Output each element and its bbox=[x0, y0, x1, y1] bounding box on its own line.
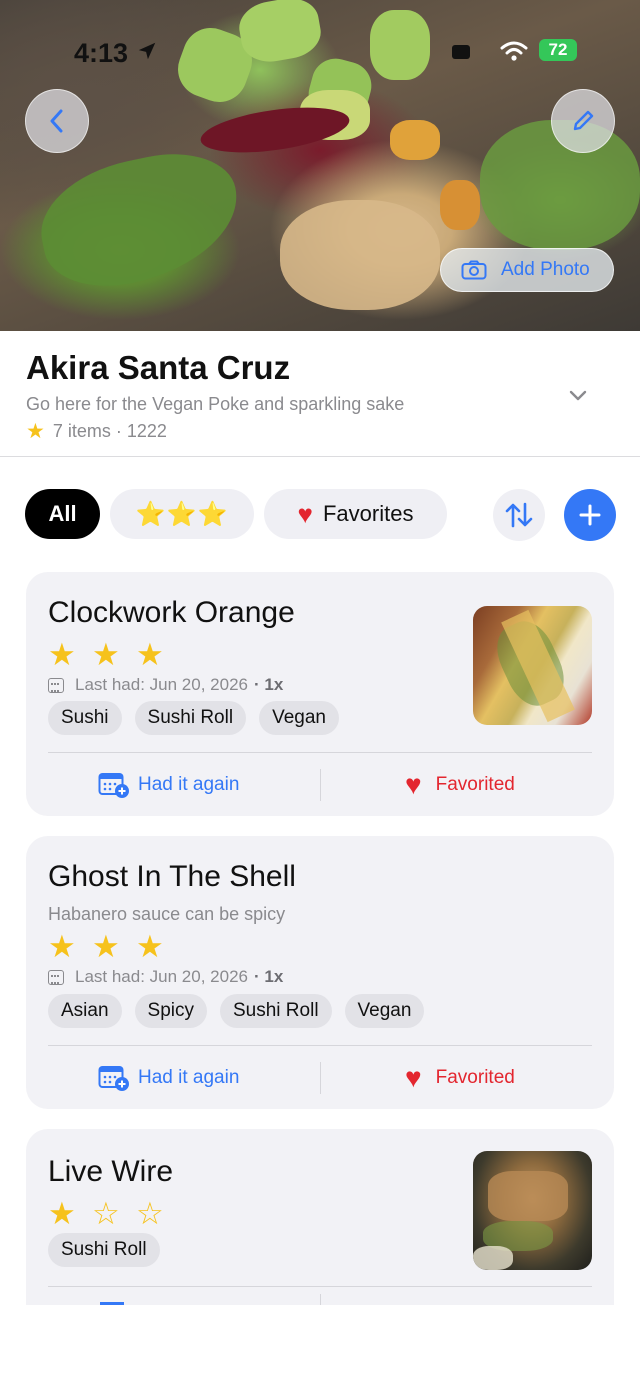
filter-all[interactable]: All bbox=[25, 489, 100, 539]
item-name: Clockwork Orange bbox=[48, 596, 295, 629]
item-actions: Had it again ♥ Favorited bbox=[26, 1046, 614, 1109]
star-icon: ★ bbox=[26, 420, 45, 443]
tag[interactable]: Asian bbox=[48, 994, 122, 1028]
had-count: · 1x bbox=[253, 675, 284, 694]
chevron-left-icon bbox=[50, 109, 63, 133]
star-filled-icon: ★ bbox=[136, 929, 164, 964]
place-subtitle: Go here for the Vegan Poke and sparkling… bbox=[26, 394, 405, 414]
plus-icon bbox=[579, 504, 601, 526]
battery-indicator: 72 bbox=[539, 39, 577, 61]
sort-button[interactable] bbox=[493, 489, 545, 541]
star-filled-icon: ★ bbox=[48, 929, 76, 964]
tag[interactable]: Sushi Roll bbox=[48, 1233, 160, 1267]
calendar-add-icon bbox=[98, 1066, 129, 1091]
item-name: Ghost In The Shell bbox=[48, 860, 296, 893]
favorited-button[interactable]: ♥ Favorited bbox=[405, 753, 515, 816]
item-note: Habanero sauce can be spicy bbox=[48, 904, 286, 924]
heart-filled-icon: ♥ bbox=[405, 1062, 422, 1093]
filter-bar: All ⭐⭐⭐ ♥ Favorites bbox=[0, 489, 640, 541]
location-arrow-icon bbox=[138, 42, 156, 60]
place-header: Akira Santa Cruz Go here for the Vegan P… bbox=[0, 331, 640, 457]
calendar-icon bbox=[48, 677, 64, 693]
favorited-label: Favorited bbox=[435, 774, 515, 795]
edit-button[interactable] bbox=[551, 89, 615, 153]
item-rating: ★ ★ ★ bbox=[48, 931, 180, 962]
add-photo-label: Add Photo bbox=[501, 259, 590, 280]
page-title: Akira Santa Cruz bbox=[26, 349, 291, 386]
item-rating: ★ ☆ ☆ bbox=[48, 1198, 180, 1229]
last-had-text: Last had: Jun 20, 2026 bbox=[75, 675, 248, 694]
tag[interactable]: Vegan bbox=[259, 701, 339, 735]
tag[interactable]: Spicy bbox=[134, 994, 207, 1028]
status-bar: 4:13 72 bbox=[0, 36, 640, 68]
star-filled-icon: ★ bbox=[92, 637, 120, 672]
star-outline-icon: ☆ bbox=[136, 1196, 164, 1231]
tag-list: Asian Spicy Sushi Roll Vegan bbox=[48, 994, 437, 1028]
had-again-label: Had it again bbox=[138, 1067, 240, 1088]
calendar-icon bbox=[48, 969, 64, 985]
favorited-button[interactable]: ♥ Favorited bbox=[405, 1046, 515, 1109]
action-separator bbox=[320, 769, 321, 801]
item-photo[interactable] bbox=[473, 606, 592, 725]
favorited-label: Favorited bbox=[435, 1067, 515, 1088]
chevron-down-icon[interactable] bbox=[566, 383, 590, 407]
item-photo[interactable] bbox=[473, 1151, 592, 1270]
had-again-button[interactable]: Had it again bbox=[98, 1046, 239, 1109]
had-again-icon-partial bbox=[100, 1302, 124, 1305]
add-photo-button[interactable]: Add Photo bbox=[440, 248, 614, 292]
action-separator bbox=[320, 1294, 321, 1305]
item-rating: ★ ★ ★ bbox=[48, 639, 180, 670]
place-meta: ★ 7 items · 1222 bbox=[26, 419, 167, 444]
star-filled-icon: ★ bbox=[92, 929, 120, 964]
item-card[interactable]: Ghost In The Shell Habanero sauce can be… bbox=[26, 836, 614, 1109]
sort-arrows-icon bbox=[505, 502, 533, 528]
tag[interactable]: Sushi bbox=[48, 701, 122, 735]
item-card[interactable]: Clockwork Orange ★ ★ ★ Last had: Jun 20,… bbox=[26, 572, 614, 816]
camera-in-use-icon bbox=[452, 45, 470, 59]
add-item-button[interactable] bbox=[564, 489, 616, 541]
place-meta-text: 7 items · 1222 bbox=[52, 421, 167, 441]
pencil-icon bbox=[573, 110, 594, 131]
last-had: Last had: Jun 20, 2026 · 1x bbox=[48, 967, 283, 987]
filter-favorites-label: Favorites bbox=[322, 501, 414, 526]
star-filled-icon: ★ bbox=[48, 1196, 76, 1231]
tag-list: Sushi Roll bbox=[48, 1233, 173, 1267]
item-card[interactable]: Live Wire ★ ☆ ☆ Sushi Roll bbox=[26, 1129, 614, 1305]
item-actions: Had it again ♥ Favorited bbox=[26, 753, 614, 816]
filter-three-stars[interactable]: ⭐⭐⭐ bbox=[110, 489, 254, 539]
heart-icon: ♥ bbox=[297, 498, 313, 529]
camera-icon bbox=[461, 260, 487, 280]
had-count: · 1x bbox=[253, 967, 284, 986]
had-again-button[interactable]: Had it again bbox=[98, 753, 239, 816]
wifi-icon bbox=[500, 41, 528, 61]
hero-photo: 4:13 72 Add Photo bbox=[0, 0, 640, 331]
action-separator bbox=[320, 1062, 321, 1094]
item-name: Live Wire bbox=[48, 1155, 174, 1188]
tag-list: Sushi Sushi Roll Vegan bbox=[48, 701, 352, 735]
divider bbox=[48, 1286, 592, 1287]
calendar-add-icon bbox=[98, 773, 129, 798]
tag[interactable]: Sushi Roll bbox=[134, 701, 247, 735]
star-filled-icon: ★ bbox=[48, 637, 76, 672]
star-outline-icon: ☆ bbox=[92, 1196, 120, 1231]
had-again-label: Had it again bbox=[138, 774, 240, 795]
tag[interactable]: Sushi Roll bbox=[220, 994, 332, 1028]
filter-favorites[interactable]: ♥ Favorites bbox=[264, 489, 447, 539]
heart-filled-icon: ♥ bbox=[405, 769, 422, 800]
back-button[interactable] bbox=[25, 89, 89, 153]
last-had-text: Last had: Jun 20, 2026 bbox=[75, 967, 248, 986]
status-time: 4:13 bbox=[74, 38, 129, 68]
star-filled-icon: ★ bbox=[136, 637, 164, 672]
tag[interactable]: Vegan bbox=[344, 994, 425, 1028]
last-had: Last had: Jun 20, 2026 · 1x bbox=[48, 675, 283, 695]
